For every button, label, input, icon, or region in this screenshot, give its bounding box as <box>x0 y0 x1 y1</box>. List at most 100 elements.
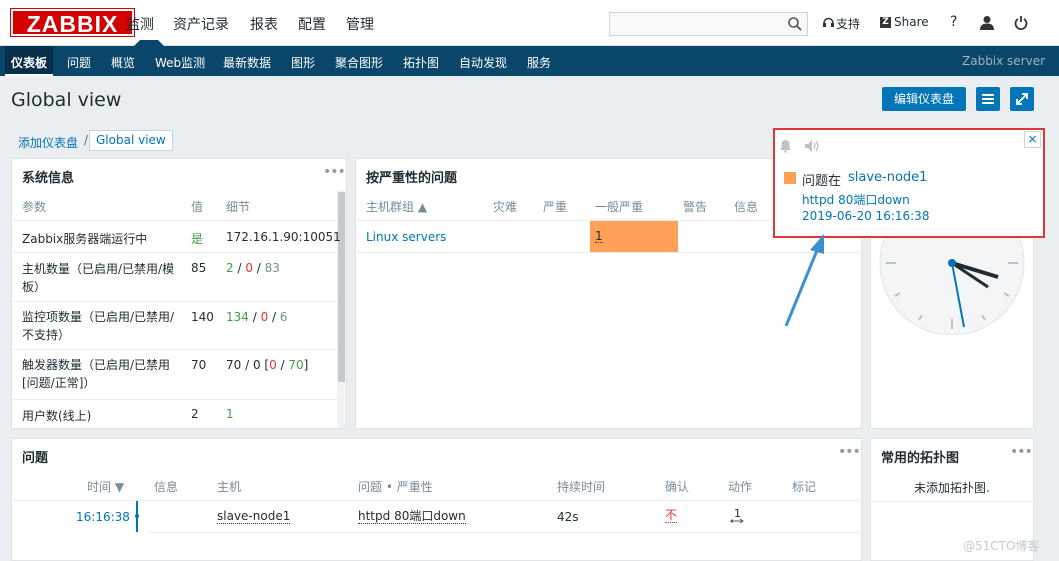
param-users: 用户数(线上) <box>22 409 92 423</box>
breadcrumb-separator: / <box>84 133 89 147</box>
server-name: Zabbix server <box>962 54 1046 68</box>
problem-name[interactable]: httpd 80端口down <box>358 510 466 524</box>
fullscreen-button[interactable] <box>1010 87 1034 111</box>
search-icon[interactable] <box>787 16 803 32</box>
subnav-discovery[interactable]: 自动发现 <box>459 54 507 71</box>
search-input[interactable] <box>609 12 808 36</box>
menu-icon <box>982 94 994 104</box>
col-detail: 细节 <box>226 200 251 214</box>
breadcrumb-current[interactable]: Global view <box>89 130 173 151</box>
breadcrumb-parent[interactable]: 添加仪表盘 <box>18 134 78 151</box>
watermark: @51CTO博客 <box>963 539 1040 553</box>
value-hosts: 85 <box>191 261 207 275</box>
fullscreen-icon <box>1016 93 1028 105</box>
severity-average-square <box>784 172 796 184</box>
mainnav-reports[interactable]: 报表 <box>250 14 278 34</box>
col-parameter: 参数 <box>22 200 47 214</box>
system-info-title: 系统信息 <box>22 171 75 186</box>
severity-title: 按严重性的问题 <box>366 171 458 186</box>
row-divider <box>12 399 337 400</box>
param-triggers: 触发器数量（已启用/已禁用[问题/正常]） <box>22 358 171 390</box>
mainnav-monitoring[interactable]: 监测 <box>126 14 154 34</box>
subnav-dashboard[interactable]: 仪表板 <box>11 54 47 71</box>
col-host-group[interactable]: 主机群组 ▲ <box>366 198 427 215</box>
problems-title: 问题 <box>22 451 49 466</box>
subnav-maps[interactable]: 拓扑图 <box>403 54 439 71</box>
row-divider <box>148 532 861 533</box>
row-divider <box>12 349 337 350</box>
col-average: 一般严重 <box>595 200 644 214</box>
col-value: 值 <box>191 200 204 214</box>
param-hosts: 主机数量（已启用/已禁用/模板） <box>22 262 175 294</box>
value-server-running: 是 <box>191 232 204 246</box>
subnav-latest-data[interactable]: 最新数据 <box>223 54 271 71</box>
subnav-services[interactable]: 服务 <box>527 54 551 71</box>
headset-icon[interactable] <box>822 16 835 29</box>
col-host[interactable]: 主机 <box>217 478 241 495</box>
problem-ack[interactable]: 不 <box>665 509 678 523</box>
maps-title: 常用的拓扑图 <box>881 451 960 466</box>
popup-prefix: 问题在 <box>802 174 842 189</box>
maps-empty-message: 未添加拓扑图. <box>914 481 990 495</box>
subnav-graphs[interactable]: 图形 <box>291 54 315 71</box>
detail-hosts: 2 / 0 / 83 <box>226 261 280 275</box>
col-duration: 持续时间 <box>557 480 606 494</box>
col-information: 信息 <box>734 200 759 214</box>
subnav-problems[interactable]: 问题 <box>67 54 91 71</box>
popup-problem-link[interactable]: httpd 80端口down <box>802 191 910 208</box>
mainnav-inventory[interactable]: 资产记录 <box>173 14 229 34</box>
subnav-overview[interactable]: 概览 <box>111 54 135 71</box>
zabbix-logo[interactable]: ZABBIX <box>10 8 135 37</box>
problem-duration: 42s <box>557 510 579 524</box>
sign-out-icon[interactable] <box>1014 15 1028 30</box>
row-divider <box>12 220 337 221</box>
popup-close-button[interactable]: × <box>1024 131 1041 148</box>
problem-time[interactable]: 16:16:38 <box>76 510 130 524</box>
average-count[interactable]: 1 <box>595 230 603 243</box>
row-divider <box>871 501 1033 502</box>
maps-menu-icon[interactable]: ••• <box>1010 444 1033 460</box>
col-warning: 警告 <box>683 200 708 214</box>
host-group-link[interactable]: Linux servers <box>366 230 446 244</box>
annotation-arrow <box>784 234 824 327</box>
help-icon[interactable]: ? <box>950 14 957 30</box>
col-tags: 标记 <box>792 480 817 494</box>
sound-icon[interactable] <box>804 139 820 153</box>
subnav-screens[interactable]: 聚合图形 <box>335 54 383 71</box>
value-triggers: 70 <box>191 358 207 372</box>
edit-dashboard-button[interactable]: 编辑仪表盘 <box>882 87 966 111</box>
bell-icon[interactable] <box>779 139 792 153</box>
value-users: 2 <box>191 407 199 421</box>
detail-items: 134 / 0 / 6 <box>226 310 288 324</box>
share-icon[interactable]: Z <box>880 17 891 28</box>
col-disaster: 灾难 <box>493 200 518 214</box>
mainnav-administration[interactable]: 管理 <box>346 14 374 34</box>
col-time[interactable]: 时间 ▼ <box>87 478 124 495</box>
system-info-scrollbar[interactable] <box>337 190 346 428</box>
col-actions: 动作 <box>728 480 753 494</box>
system-info-menu-icon[interactable]: ••• <box>323 164 346 180</box>
subnav-web[interactable]: Web监测 <box>155 54 205 71</box>
col-high: 严重 <box>543 200 568 214</box>
popup-datetime-link[interactable]: 2019-06-20 16:16:38 <box>802 209 929 223</box>
share-link[interactable]: Share <box>894 15 929 29</box>
param-server-running: Zabbix服务器端运行中 <box>22 232 148 246</box>
value-items: 140 <box>191 310 214 324</box>
col-problem-severity[interactable]: 问题 • 严重性 <box>358 478 433 495</box>
timeline-dot <box>135 514 139 518</box>
average-severity-cell[interactable] <box>590 221 678 252</box>
user-profile-icon[interactable] <box>980 15 994 30</box>
mainnav-configuration[interactable]: 配置 <box>298 14 326 34</box>
support-link[interactable]: 支持 <box>836 15 860 32</box>
problems-menu-icon[interactable]: ••• <box>838 444 861 460</box>
detail-server-address: 172.16.1.90:10051 <box>226 230 341 244</box>
popup-host-link[interactable]: slave-node1 <box>848 170 927 185</box>
detail-triggers: 70 / 0 [0 / 70] <box>226 358 309 372</box>
problem-host[interactable]: slave-node1 <box>217 510 291 524</box>
param-items: 监控项数量（已启用/已禁用/不支持） <box>22 310 175 342</box>
detail-users-online: 1 <box>226 407 234 421</box>
row-divider <box>12 301 337 302</box>
action-arrow-icon[interactable] <box>730 517 744 525</box>
dashboard-menu-button[interactable] <box>976 87 1000 111</box>
col-info: 信息 <box>154 480 179 494</box>
